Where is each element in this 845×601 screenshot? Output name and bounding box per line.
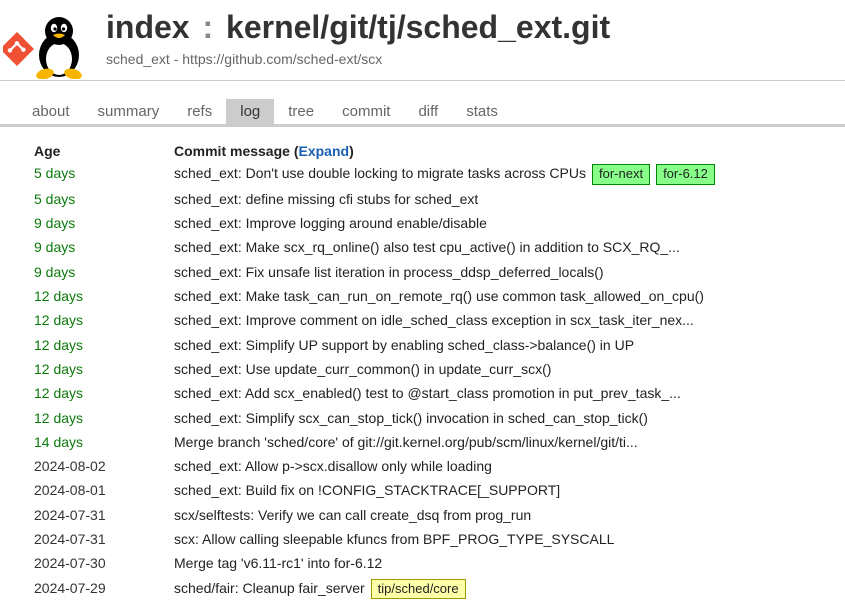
table-row: 12 dayssched_ext: Improve comment on idl… — [34, 308, 821, 332]
table-row: 2024-08-02sched_ext: Allow p->scx.disall… — [34, 454, 821, 478]
branch-tag[interactable]: for-6.12 — [656, 164, 715, 185]
table-row: 14 daysMerge branch 'sched/core' of git:… — [34, 430, 821, 454]
table-row: 2024-07-29sched/fair: Cleanup fair_serve… — [34, 576, 821, 601]
table-row: 9 dayssched_ext: Fix unsafe list iterati… — [34, 260, 821, 284]
table-row: 12 dayssched_ext: Make task_can_run_on_r… — [34, 284, 821, 308]
commit-log-table: Age Commit message (Expand) 5 dayssched_… — [34, 141, 821, 601]
table-row: 5 dayssched_ext: Don't use double lockin… — [34, 161, 821, 187]
commit-message[interactable]: sched_ext: Don't use double locking to m… — [174, 161, 821, 187]
commit-age[interactable]: 9 days — [34, 260, 174, 284]
commit-message[interactable]: Merge branch 'sched/core' of git://git.k… — [174, 430, 821, 454]
commit-age[interactable]: 12 days — [34, 308, 174, 332]
commit-message[interactable]: sched/fair: Cleanup fair_servertip/sched… — [174, 576, 821, 601]
table-row: 2024-07-31scx/selftests: Verify we can c… — [34, 503, 821, 527]
commit-message[interactable]: scx: Allow calling sleepable kfuncs from… — [174, 527, 821, 551]
table-row: 12 dayssched_ext: Simplify scx_can_stop_… — [34, 406, 821, 430]
commit-message[interactable]: sched_ext: Make task_can_run_on_remote_r… — [174, 284, 821, 308]
tab-about[interactable]: about — [18, 99, 84, 124]
commit-message[interactable]: sched_ext: Allow p->scx.disallow only wh… — [174, 454, 821, 478]
title-colon: : — [198, 9, 217, 45]
commit-age[interactable]: 5 days — [34, 161, 174, 187]
tab-summary[interactable]: summary — [84, 99, 174, 124]
commit-age[interactable]: 5 days — [34, 187, 174, 211]
commit-age[interactable]: 9 days — [34, 211, 174, 235]
commit-message[interactable]: Merge tag 'v6.11-rc1' into for-6.12 — [174, 551, 821, 575]
logo[interactable] — [0, 8, 96, 80]
repo-subtitle: sched_ext - https://github.com/sched-ext… — [96, 45, 845, 67]
table-row: 2024-07-30Merge tag 'v6.11-rc1' into for… — [34, 551, 821, 575]
repo-name[interactable]: kernel/git/tj/sched_ext.git — [226, 9, 610, 45]
commit-message[interactable]: sched_ext: define missing cfi stubs for … — [174, 187, 821, 211]
tab-refs[interactable]: refs — [173, 99, 226, 124]
commit-age[interactable]: 2024-08-02 — [34, 454, 174, 478]
commit-age[interactable]: 12 days — [34, 406, 174, 430]
commit-age[interactable]: 12 days — [34, 381, 174, 405]
table-row: 12 dayssched_ext: Simplify UP support by… — [34, 333, 821, 357]
commit-age[interactable]: 12 days — [34, 284, 174, 308]
commit-message[interactable]: sched_ext: Improve comment on idle_sched… — [174, 308, 821, 332]
tab-tree[interactable]: tree — [274, 99, 328, 124]
commit-message[interactable]: sched_ext: Add scx_enabled() test to @st… — [174, 381, 821, 405]
commit-age[interactable]: 2024-08-01 — [34, 478, 174, 502]
commit-message[interactable]: sched_ext: Make scx_rq_online() also tes… — [174, 235, 821, 259]
page-header: index : kernel/git/tj/sched_ext.git sche… — [0, 0, 845, 81]
header-content: index : kernel/git/tj/sched_ext.git sche… — [96, 8, 845, 75]
branch-tag[interactable]: tip/sched/core — [371, 579, 466, 600]
commit-age[interactable]: 2024-07-31 — [34, 503, 174, 527]
commit-age[interactable]: 2024-07-29 — [34, 576, 174, 601]
tab-log[interactable]: log — [226, 99, 274, 124]
tabs-nav: aboutsummaryrefslogtreecommitdiffstats — [0, 99, 845, 127]
tab-commit[interactable]: commit — [328, 99, 404, 124]
table-row: 2024-08-01sched_ext: Build fix on !CONFI… — [34, 478, 821, 502]
table-row: 5 dayssched_ext: define missing cfi stub… — [34, 187, 821, 211]
index-link[interactable]: index — [106, 9, 190, 45]
branch-tag[interactable]: for-next — [592, 164, 650, 185]
tab-stats[interactable]: stats — [452, 99, 512, 124]
table-row: 9 dayssched_ext: Improve logging around … — [34, 211, 821, 235]
commit-message-header: Commit message (Expand) — [174, 141, 821, 161]
log-content: Age Commit message (Expand) 5 dayssched_… — [0, 127, 845, 601]
table-row: 9 dayssched_ext: Make scx_rq_online() al… — [34, 235, 821, 259]
title-row: index : kernel/git/tj/sched_ext.git — [96, 10, 845, 45]
table-row: 12 dayssched_ext: Add scx_enabled() test… — [34, 381, 821, 405]
commit-age[interactable]: 9 days — [34, 235, 174, 259]
commit-message[interactable]: scx/selftests: Verify we can call create… — [174, 503, 821, 527]
expand-link[interactable]: Expand — [298, 143, 349, 159]
commit-age[interactable]: 2024-07-30 — [34, 551, 174, 575]
commit-age[interactable]: 12 days — [34, 357, 174, 381]
commit-message[interactable]: sched_ext: Simplify scx_can_stop_tick() … — [174, 406, 821, 430]
commit-age[interactable]: 2024-07-31 — [34, 527, 174, 551]
commit-message[interactable]: sched_ext: Fix unsafe list iteration in … — [174, 260, 821, 284]
table-row: 12 dayssched_ext: Use update_curr_common… — [34, 357, 821, 381]
age-header: Age — [34, 141, 174, 161]
table-row: 2024-07-31scx: Allow calling sleepable k… — [34, 527, 821, 551]
commit-age[interactable]: 12 days — [34, 333, 174, 357]
commit-message[interactable]: sched_ext: Improve logging around enable… — [174, 211, 821, 235]
commit-message[interactable]: sched_ext: Build fix on !CONFIG_STACKTRA… — [174, 478, 821, 502]
commit-age[interactable]: 14 days — [34, 430, 174, 454]
commit-message[interactable]: sched_ext: Use update_curr_common() in u… — [174, 357, 821, 381]
commit-message[interactable]: sched_ext: Simplify UP support by enabli… — [174, 333, 821, 357]
tab-diff[interactable]: diff — [404, 99, 452, 124]
